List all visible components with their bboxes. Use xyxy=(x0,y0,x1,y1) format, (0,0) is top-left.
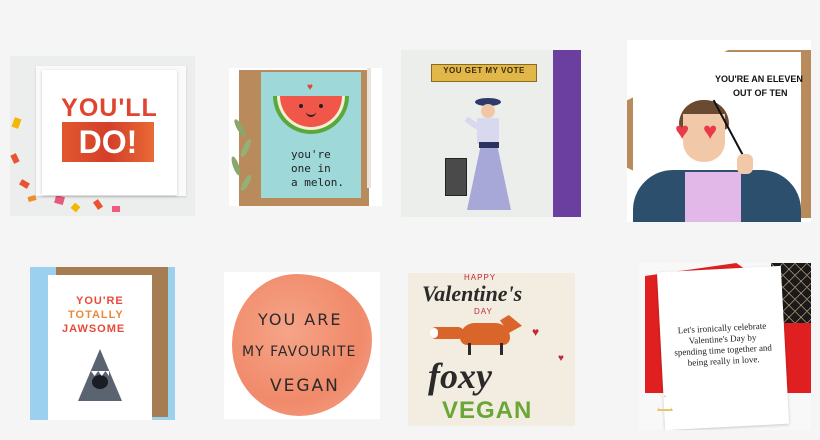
vegan-text: VEGAN xyxy=(442,397,533,424)
ballot-box xyxy=(445,158,467,196)
purple-envelope xyxy=(551,50,581,217)
heart-icon: ♥ xyxy=(307,82,313,93)
suffragette-figure xyxy=(461,98,521,216)
watermelon-icon xyxy=(273,96,349,134)
card-text: Let's ironically celebrate Valentine's D… xyxy=(674,320,773,368)
card-front: YOU'LL DO! xyxy=(42,70,177,195)
fox-icon xyxy=(430,313,530,357)
portrait-illustration: ♥ ♥ xyxy=(633,92,801,222)
card-favourite-vegan[interactable]: YOU ARE MY FAVOURITE VEGAN xyxy=(224,272,380,419)
card-foxy-vegan[interactable]: HAPPY Valentine's DAY ♥ ♥ foxy VEGAN xyxy=(408,273,575,426)
heart-glasses-icon: ♥ ♥ xyxy=(675,118,718,145)
heart-icon: ♥ xyxy=(558,353,564,364)
card-text-line2: one in xyxy=(291,162,331,175)
card-front: YOU'RE AN ELEVEN OUT OF TEN ♥ ♥ xyxy=(633,52,803,222)
card-text-line2: TOTALLY xyxy=(68,309,124,321)
card-text-line2: MY FAVOURITE xyxy=(242,344,357,360)
pencil xyxy=(367,68,371,188)
heart-icon: ♥ xyxy=(532,325,540,339)
card-front: Let's ironically celebrate Valentine's D… xyxy=(656,265,790,430)
leaf-sprig xyxy=(229,108,259,198)
card-ironically-celebrate[interactable]: Let's ironically celebrate Valentine's D… xyxy=(639,263,811,430)
card-front: YOU GET MY VOTE xyxy=(401,50,553,217)
card-one-in-a-melon[interactable]: ♥ you're one in a melon. xyxy=(229,68,382,206)
card-youll-do[interactable]: YOU'LL DO! xyxy=(10,56,195,216)
foxy-text: foxy xyxy=(428,356,492,396)
shark-icon xyxy=(78,349,122,401)
card-text-line3: JAWSOME xyxy=(62,323,126,335)
card-text-line3: a melon. xyxy=(291,176,344,189)
card-front: ♥ you're one in a melon. xyxy=(261,72,361,198)
card-front: YOU'RE TOTALLY JAWSOME xyxy=(48,275,152,420)
card-text-line3: VEGAN xyxy=(270,376,340,396)
card-totally-jawsome[interactable]: YOU'RE TOTALLY JAWSOME xyxy=(30,267,175,420)
card-text-line2: DO! xyxy=(62,122,154,162)
valentines-text: Valentine's xyxy=(422,281,523,306)
card-you-get-my-vote[interactable]: YOU GET MY VOTE xyxy=(401,50,581,217)
card-text-line1: YOU'RE xyxy=(76,295,124,307)
banner-text: YOU GET MY VOTE xyxy=(443,66,525,75)
card-text-line1: you're xyxy=(291,148,331,161)
card-eleven-out-of-ten[interactable]: YOU'RE AN ELEVEN OUT OF TEN ♥ ♥ xyxy=(627,40,811,222)
card-text-line1: YOU ARE xyxy=(258,310,343,329)
card-text-line1: YOU'LL xyxy=(61,94,158,122)
card-text-line1: YOU'RE AN ELEVEN xyxy=(715,74,803,84)
